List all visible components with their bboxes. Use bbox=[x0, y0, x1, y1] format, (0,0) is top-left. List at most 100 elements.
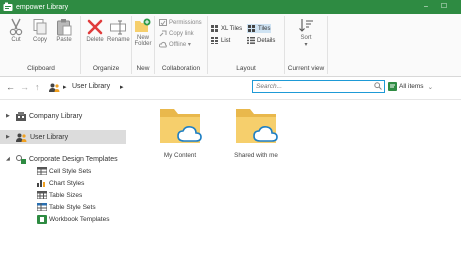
paste-button[interactable]: Paste bbox=[53, 18, 75, 43]
copy-link-button[interactable]: Copy link bbox=[159, 29, 194, 38]
expand-arrow-icon[interactable]: ▶ bbox=[6, 113, 14, 119]
title-bar: empower Library – ☐ bbox=[0, 0, 461, 14]
copy-icon bbox=[33, 19, 47, 35]
breadcrumb-caret[interactable]: ▸ bbox=[120, 83, 124, 91]
navigation-tree: ▶ Company Library ▶ User Library ◢ Corpo… bbox=[0, 100, 126, 270]
search-input[interactable] bbox=[253, 81, 366, 91]
filter-icon bbox=[388, 82, 397, 91]
maximize-button[interactable]: ☐ bbox=[437, 0, 451, 14]
tree-item-label: Chart Styles bbox=[49, 179, 85, 187]
permissions-icon bbox=[159, 19, 167, 26]
layout-group-label: Layout bbox=[236, 65, 256, 72]
offline-label: Offline ▾ bbox=[169, 42, 191, 48]
tiles-button[interactable]: Tiles bbox=[247, 24, 272, 33]
chart-icon bbox=[37, 180, 45, 187]
expand-arrow-icon[interactable]: ▶ bbox=[6, 134, 14, 140]
clipboard-group: Cut Copy Paste Clipboard bbox=[2, 16, 81, 74]
rename-icon bbox=[110, 20, 126, 35]
tree-item-label: User Library bbox=[30, 133, 69, 141]
tree-item-table-sizes[interactable]: Table Sizes bbox=[37, 190, 82, 200]
cut-label: Cut bbox=[11, 37, 21, 43]
paste-label: Paste bbox=[56, 37, 72, 43]
tiles-icon bbox=[248, 25, 255, 32]
tree-item-corporate-design-templates[interactable]: ◢ Corporate Design Templates bbox=[0, 152, 126, 166]
new-group-label: New bbox=[136, 65, 150, 72]
cell-style-icon bbox=[37, 167, 47, 175]
tree-item-cell-style-sets[interactable]: Cell Style Sets bbox=[37, 166, 91, 176]
tree-item-label: Table Sizes bbox=[49, 191, 83, 199]
cloud-folder-icon bbox=[236, 109, 278, 143]
cloud-folder-icon bbox=[160, 109, 202, 143]
rename-label: Rename bbox=[107, 37, 130, 43]
item-filter-dropdown[interactable]: All items ⌄ bbox=[388, 82, 433, 91]
breadcrumb-user-library[interactable]: User Library bbox=[72, 83, 110, 90]
content-area: My Content Shared with me bbox=[126, 100, 461, 270]
filter-label: All items bbox=[399, 83, 424, 90]
details-label: Details bbox=[257, 37, 276, 44]
list-button[interactable]: List bbox=[211, 36, 230, 45]
xl-tiles-label: XL Tiles bbox=[221, 25, 243, 32]
delete-label: Delete bbox=[86, 37, 104, 43]
link-icon bbox=[159, 30, 167, 37]
cloud-offline-icon bbox=[159, 41, 167, 48]
tree-item-workbook-templates[interactable]: Workbook Templates bbox=[37, 214, 109, 224]
delete-button[interactable]: Delete bbox=[84, 18, 106, 43]
clipboard-paste-icon bbox=[57, 19, 72, 36]
collapse-arrow-icon[interactable]: ◢ bbox=[6, 156, 14, 162]
ribbon-toolbar: Cut Copy Paste Clipboard Delete Rename O… bbox=[0, 14, 461, 77]
search-box[interactable] bbox=[252, 80, 385, 93]
table-style-icon bbox=[37, 203, 47, 211]
tree-item-company-library[interactable]: ▶ Company Library bbox=[0, 109, 126, 123]
delete-x-icon bbox=[87, 19, 103, 35]
users-icon bbox=[16, 133, 27, 142]
back-button[interactable]: ← bbox=[6, 82, 15, 92]
layout-group: XL Tiles Tiles List Details Layout bbox=[208, 16, 285, 74]
minimize-button[interactable]: – bbox=[419, 0, 433, 14]
permissions-button[interactable]: Permissions bbox=[159, 18, 202, 27]
details-button[interactable]: Details bbox=[247, 36, 275, 45]
sort-icon bbox=[299, 19, 313, 32]
workbook-template-icon bbox=[37, 214, 47, 224]
current-view-group-label: Current view bbox=[287, 65, 325, 72]
folder-tile-my-content[interactable]: My Content bbox=[140, 105, 220, 159]
details-icon bbox=[247, 37, 255, 44]
clipboard-group-label: Clipboard bbox=[27, 65, 55, 72]
organize-group: Delete Rename Organize bbox=[81, 16, 132, 74]
company-building-icon bbox=[16, 111, 26, 121]
table-size-icon bbox=[37, 191, 47, 199]
current-view-group: Sort ▾ Current view bbox=[285, 16, 328, 74]
tree-item-table-style-sets[interactable]: Table Style Sets bbox=[37, 202, 96, 212]
sort-button[interactable]: Sort ▾ bbox=[295, 18, 317, 48]
list-icon bbox=[211, 37, 218, 44]
collaboration-group-label: Collaboration bbox=[161, 65, 201, 72]
new-group: New Folder New bbox=[132, 16, 155, 74]
chevron-down-icon: ⌄ bbox=[427, 83, 434, 91]
window-title: empower Library bbox=[16, 3, 69, 11]
list-label: List bbox=[221, 37, 231, 44]
offline-dropdown[interactable]: Offline ▾ bbox=[159, 40, 191, 49]
xl-tiles-icon bbox=[211, 25, 218, 32]
forward-button[interactable]: → bbox=[20, 82, 29, 92]
scissors-icon bbox=[9, 18, 23, 36]
copy-link-label: Copy link bbox=[169, 30, 194, 37]
tree-item-label: Company Library bbox=[29, 112, 83, 120]
tree-item-label: Corporate Design Templates bbox=[29, 155, 118, 163]
up-button[interactable]: ↑ bbox=[35, 82, 40, 92]
tree-item-user-library[interactable]: ▶ User Library bbox=[0, 130, 126, 144]
collaboration-group: Permissions Copy link Offline ▾ Collabor… bbox=[155, 16, 208, 74]
new-folder-button[interactable]: New Folder bbox=[132, 18, 154, 47]
tree-item-chart-styles[interactable]: Chart Styles bbox=[37, 178, 84, 188]
sort-caret: ▾ bbox=[304, 42, 308, 48]
tree-item-label: Table Style Sets bbox=[49, 203, 96, 211]
corporate-design-icon bbox=[16, 154, 26, 164]
folder-label: My Content bbox=[163, 152, 197, 159]
rename-button[interactable]: Rename bbox=[107, 18, 130, 43]
copy-button[interactable]: Copy bbox=[29, 18, 51, 43]
search-icon[interactable] bbox=[374, 82, 382, 90]
permissions-label: Permissions bbox=[169, 19, 202, 26]
cut-button[interactable]: Cut bbox=[5, 18, 27, 43]
breadcrumb-separator: ▸ bbox=[63, 84, 67, 91]
folder-tile-shared-with-me[interactable]: Shared with me bbox=[216, 105, 296, 159]
xl-tiles-button[interactable]: XL Tiles bbox=[211, 24, 242, 33]
new-folder-icon bbox=[135, 18, 151, 32]
